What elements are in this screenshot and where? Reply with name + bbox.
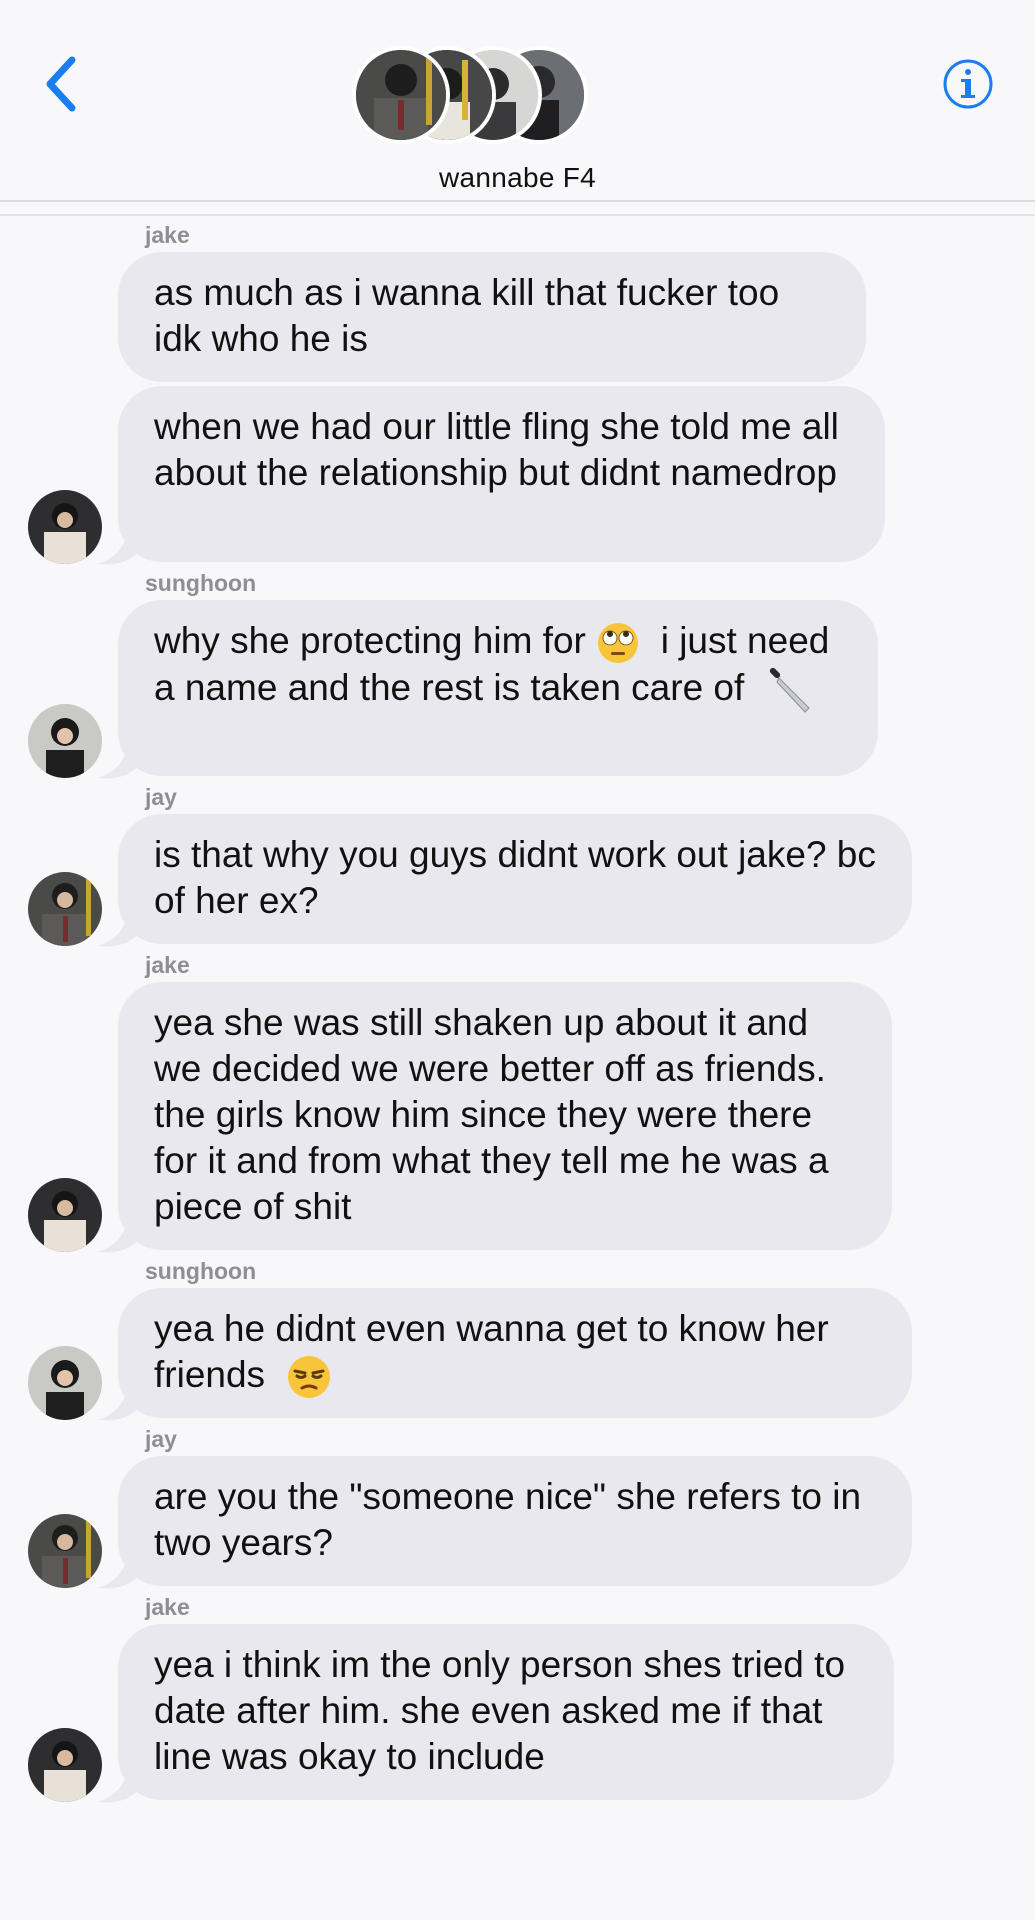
message-bubble[interactable]: as much as i wanna kill that fucker too … — [118, 252, 866, 382]
message-bubble[interactable]: when we had our little fling she told me… — [118, 386, 885, 562]
sender-label: jake — [145, 952, 190, 978]
message-text: why she protecting him for — [154, 620, 586, 661]
avatar-sunghoon[interactable] — [28, 704, 102, 778]
avatar-sunghoon[interactable] — [28, 1346, 102, 1420]
face-with-rolling-eyes-icon — [598, 623, 639, 664]
avatar-jake[interactable] — [28, 490, 102, 564]
sender-label: jake — [145, 222, 190, 248]
unamused-face-icon — [287, 1356, 330, 1399]
message-text: yea she was still shaken up about it and… — [154, 1002, 839, 1227]
chevron-left-icon — [46, 56, 76, 112]
avatar-jay[interactable] — [28, 872, 102, 946]
message-bubble[interactable]: yea he didnt even wanna get to know her … — [118, 1288, 912, 1418]
bubble-tail — [98, 1766, 136, 1803]
back-button[interactable] — [40, 54, 90, 114]
group-name[interactable]: wannabe F4 — [0, 162, 1035, 194]
conversation-header: wannabe F4 — [0, 0, 1035, 202]
message-bubble[interactable]: is that why you guys didnt work out jake… — [118, 814, 912, 944]
bubble-tail — [98, 910, 136, 947]
bubble-tail — [98, 742, 136, 779]
sender-label: jake — [145, 1594, 190, 1620]
group-avatar-stack[interactable] — [352, 46, 592, 150]
sender-label: sunghoon — [145, 1258, 257, 1284]
bubble-tail — [98, 1384, 136, 1421]
info-icon — [943, 59, 993, 109]
avatar-jake[interactable] — [28, 1728, 102, 1802]
kitchen-knife-icon — [769, 668, 810, 714]
message-bubble[interactable]: are you the "someone nice" she refers to… — [118, 1456, 912, 1586]
message-text: yea he didnt even wanna get to know her … — [154, 1308, 839, 1395]
bubble-tail — [98, 1552, 136, 1589]
message-text: are you the "someone nice" she refers to… — [154, 1476, 872, 1563]
message-bubble[interactable]: why she protecting him for i just need a… — [118, 600, 878, 776]
bubble-tail — [98, 1216, 136, 1253]
member-avatar — [352, 46, 450, 144]
header-divider — [0, 214, 1035, 216]
sender-label: jay — [145, 784, 177, 810]
avatar-jake[interactable] — [28, 1178, 102, 1252]
message-bubble[interactable]: yea she was still shaken up about it and… — [118, 982, 892, 1250]
sender-label: sunghoon — [145, 570, 257, 596]
message-text: yea i think im the only person shes trie… — [154, 1644, 856, 1777]
message-text: when we had our little fling she told me… — [154, 406, 850, 493]
sender-label: jay — [145, 1426, 177, 1452]
avatar-jay[interactable] — [28, 1514, 102, 1588]
message-text: as much as i wanna kill that fucker too … — [154, 272, 790, 359]
message-text: is that why you guys didnt work out jake… — [154, 834, 887, 921]
bubble-tail — [98, 528, 136, 565]
message-bubble[interactable]: yea i think im the only person shes trie… — [118, 1624, 894, 1800]
info-button[interactable] — [942, 58, 994, 110]
